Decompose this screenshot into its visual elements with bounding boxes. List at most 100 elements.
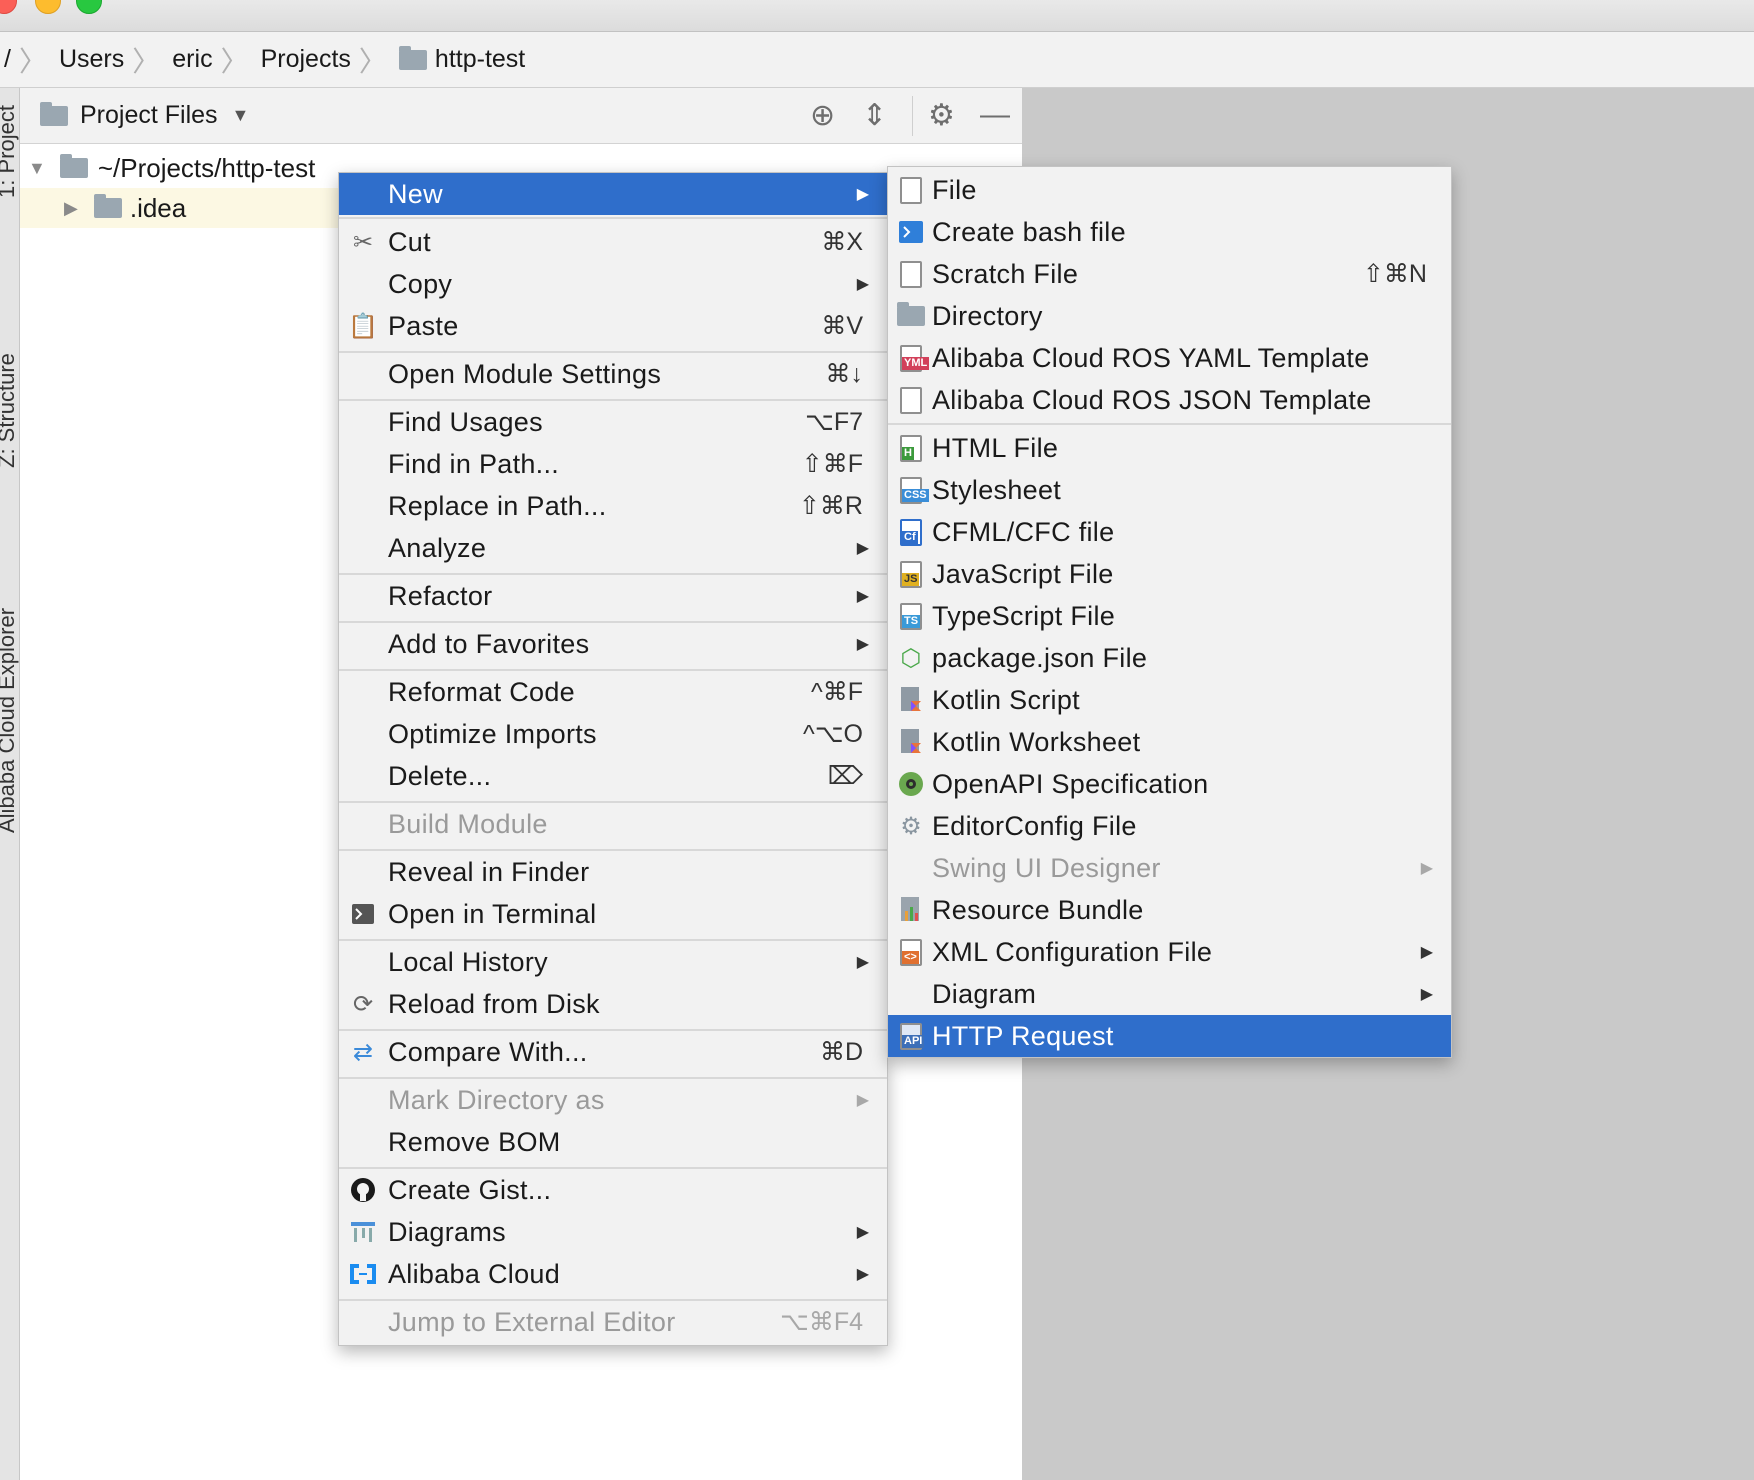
menu-shortcut: ⌘D	[819, 1038, 863, 1066]
menu-item-local-history[interactable]: Local History ▶	[339, 941, 887, 983]
chevron-right-icon: 〉	[220, 45, 249, 77]
menu-item-new[interactable]: New ▶	[339, 173, 887, 215]
menu-item-label: Scratch File	[932, 258, 1079, 289]
minimize-window-button[interactable]	[35, 0, 61, 14]
yaml-file-icon: YML	[896, 343, 930, 373]
menu-item-diagrams[interactable]: Diagrams ▶	[339, 1211, 887, 1253]
menu-item-find-in-path[interactable]: Find in Path... ⇧⌘F	[339, 443, 887, 485]
scissors-icon: ✂	[352, 228, 374, 256]
submenu-item-http-request[interactable]: API HTTP Request	[888, 1015, 1451, 1057]
submenu-item-editorconfig-file[interactable]: ⚙ EditorConfig File	[888, 805, 1451, 847]
breadcrumb-root[interactable]: /	[4, 45, 11, 74]
tab-project[interactable]: 1: Project	[0, 105, 20, 198]
css-file-icon: CSS	[896, 475, 929, 505]
submenu-item-ros-yaml-template[interactable]: YML Alibaba Cloud ROS YAML Template	[888, 337, 1451, 379]
hide-icon[interactable]: —	[980, 98, 1010, 132]
menu-item-optimize-imports[interactable]: Optimize Imports ^⌥O	[339, 713, 887, 755]
submenu-item-typescript-file[interactable]: TS TypeScript File	[888, 595, 1451, 637]
menu-item-label: Diagrams	[388, 1216, 506, 1247]
tab-alibaba-cloud-explorer[interactable]: Alibaba Cloud Explorer	[0, 608, 20, 833]
menu-item-label: New	[388, 178, 443, 209]
breadcrumb-label: /	[4, 45, 11, 73]
breadcrumb-eric[interactable]: eric	[172, 45, 212, 74]
menu-item-paste[interactable]: 📋 Paste ⌘V	[339, 305, 887, 347]
folder-icon	[398, 45, 427, 70]
submenu-item-xml-configuration-file[interactable]: <> XML Configuration File ▶	[888, 931, 1451, 973]
folder-icon	[59, 154, 88, 178]
menu-item-label: Directory	[932, 300, 1043, 331]
menu-item-label: Copy	[388, 268, 453, 299]
close-window-button[interactable]	[0, 0, 17, 14]
expand-arrow-icon[interactable]: ▼	[28, 158, 46, 179]
menu-item-replace-in-path[interactable]: Replace in Path... ⇧⌘R	[339, 485, 887, 527]
submenu-arrow-icon: ▶	[856, 276, 869, 293]
breadcrumb-users[interactable]: Users	[59, 45, 124, 74]
html-file-icon: H	[896, 433, 926, 463]
menu-item-reveal-in-finder[interactable]: Reveal in Finder	[339, 851, 887, 893]
submenu-item-file[interactable]: File	[888, 169, 1451, 211]
menu-item-find-usages[interactable]: Find Usages ⌥F7	[339, 401, 887, 443]
locate-icon[interactable]: ⊕	[810, 98, 835, 133]
submenu-item-diagram[interactable]: Diagram ▶	[888, 973, 1451, 1015]
menu-item-label: Create bash file	[932, 216, 1126, 247]
menu-item-add-to-favorites[interactable]: Add to Favorites ▶	[339, 623, 887, 665]
menu-item-compare-with[interactable]: ⇄ Compare With... ⌘D	[339, 1031, 887, 1073]
menu-item-label: Local History	[388, 946, 548, 977]
submenu-item-html-file[interactable]: H HTML File	[888, 427, 1451, 469]
compare-icon: ⇄	[352, 1038, 374, 1066]
submenu-arrow-icon: ▶	[1420, 860, 1433, 877]
menu-item-refactor[interactable]: Refactor ▶	[339, 575, 887, 617]
submenu-item-stylesheet[interactable]: CSS Stylesheet	[888, 469, 1451, 511]
submenu-item-openapi-specification[interactable]: OpenAPI Specification	[888, 763, 1451, 805]
menu-item-open-in-terminal[interactable]: Open in Terminal	[339, 893, 887, 935]
submenu-item-resource-bundle[interactable]: Resource Bundle	[888, 889, 1451, 931]
menu-item-delete[interactable]: Delete... ⌦	[339, 755, 887, 797]
menu-item-cut[interactable]: ✂ Cut ⌘X	[339, 221, 887, 263]
menu-item-copy[interactable]: Copy ▶	[339, 263, 887, 305]
submenu-item-cfml-file[interactable]: Cf CFML/CFC file	[888, 511, 1451, 553]
submenu-arrow-icon: ▶	[856, 588, 869, 605]
menu-item-alibaba-cloud[interactable]: Alibaba Cloud ▶	[339, 1253, 887, 1295]
menu-item-label: Diagram	[932, 978, 1037, 1009]
menu-item-jump-to-external-editor: Jump to External Editor ⌥⌘F4	[339, 1301, 887, 1343]
submenu-item-kotlin-worksheet[interactable]: Kotlin Worksheet	[888, 721, 1451, 763]
menu-item-create-gist[interactable]: Create Gist...	[339, 1169, 887, 1211]
breadcrumb-http-test[interactable]: http-test	[398, 45, 525, 74]
menu-item-label: Kotlin Script	[932, 684, 1080, 715]
folder-icon	[896, 301, 926, 331]
gear-icon[interactable]: ⚙	[928, 98, 955, 133]
menu-item-label: TypeScript File	[932, 600, 1116, 631]
submenu-item-scratch-file[interactable]: Scratch File ⇧⌘N	[888, 253, 1451, 295]
project-view-selector[interactable]: Project Files	[80, 101, 218, 130]
folder-icon	[93, 194, 122, 218]
tab-structure[interactable]: Z: Structure	[0, 353, 20, 468]
menu-item-label: Stylesheet	[932, 474, 1062, 505]
collapse-all-icon[interactable]: ⇕	[862, 98, 887, 133]
menu-item-label: HTTP Request	[932, 1020, 1114, 1051]
menu-item-open-module-settings[interactable]: Open Module Settings ⌘↓	[339, 353, 887, 395]
submenu-item-directory[interactable]: Directory	[888, 295, 1451, 337]
submenu-item-create-bash-file[interactable]: Create bash file	[888, 211, 1451, 253]
menu-item-reformat-code[interactable]: Reformat Code ^⌘F	[339, 671, 887, 713]
collapse-arrow-icon[interactable]: ▶	[64, 198, 78, 219]
scratch-file-icon	[896, 259, 926, 289]
menu-item-analyze[interactable]: Analyze ▶	[339, 527, 887, 569]
submenu-item-package-json-file[interactable]: ⬡ package.json File	[888, 637, 1451, 679]
submenu-arrow-icon: ▶	[1420, 986, 1433, 1003]
menu-item-reload-from-disk[interactable]: ⟳ Reload from Disk	[339, 983, 887, 1025]
menu-shortcut: ⌘↓	[825, 360, 864, 388]
menu-item-remove-bom[interactable]: Remove BOM	[339, 1121, 887, 1163]
terminal-icon	[348, 899, 378, 929]
kotlin-file-icon	[896, 685, 926, 715]
submenu-arrow-icon: ▶	[856, 1224, 869, 1241]
xml-file-icon: <>	[896, 937, 926, 967]
breadcrumb-label: Projects	[260, 45, 351, 73]
chevron-down-icon[interactable]: ▼	[232, 105, 250, 126]
submenu-item-javascript-file[interactable]: JS JavaScript File	[888, 553, 1451, 595]
submenu-item-ros-json-template[interactable]: Alibaba Cloud ROS JSON Template	[888, 379, 1451, 421]
menu-item-label: OpenAPI Specification	[932, 768, 1209, 799]
github-icon	[348, 1175, 378, 1205]
zoom-window-button[interactable]	[76, 0, 102, 14]
submenu-item-kotlin-script[interactable]: Kotlin Script	[888, 679, 1451, 721]
breadcrumb-projects[interactable]: Projects	[261, 45, 351, 74]
